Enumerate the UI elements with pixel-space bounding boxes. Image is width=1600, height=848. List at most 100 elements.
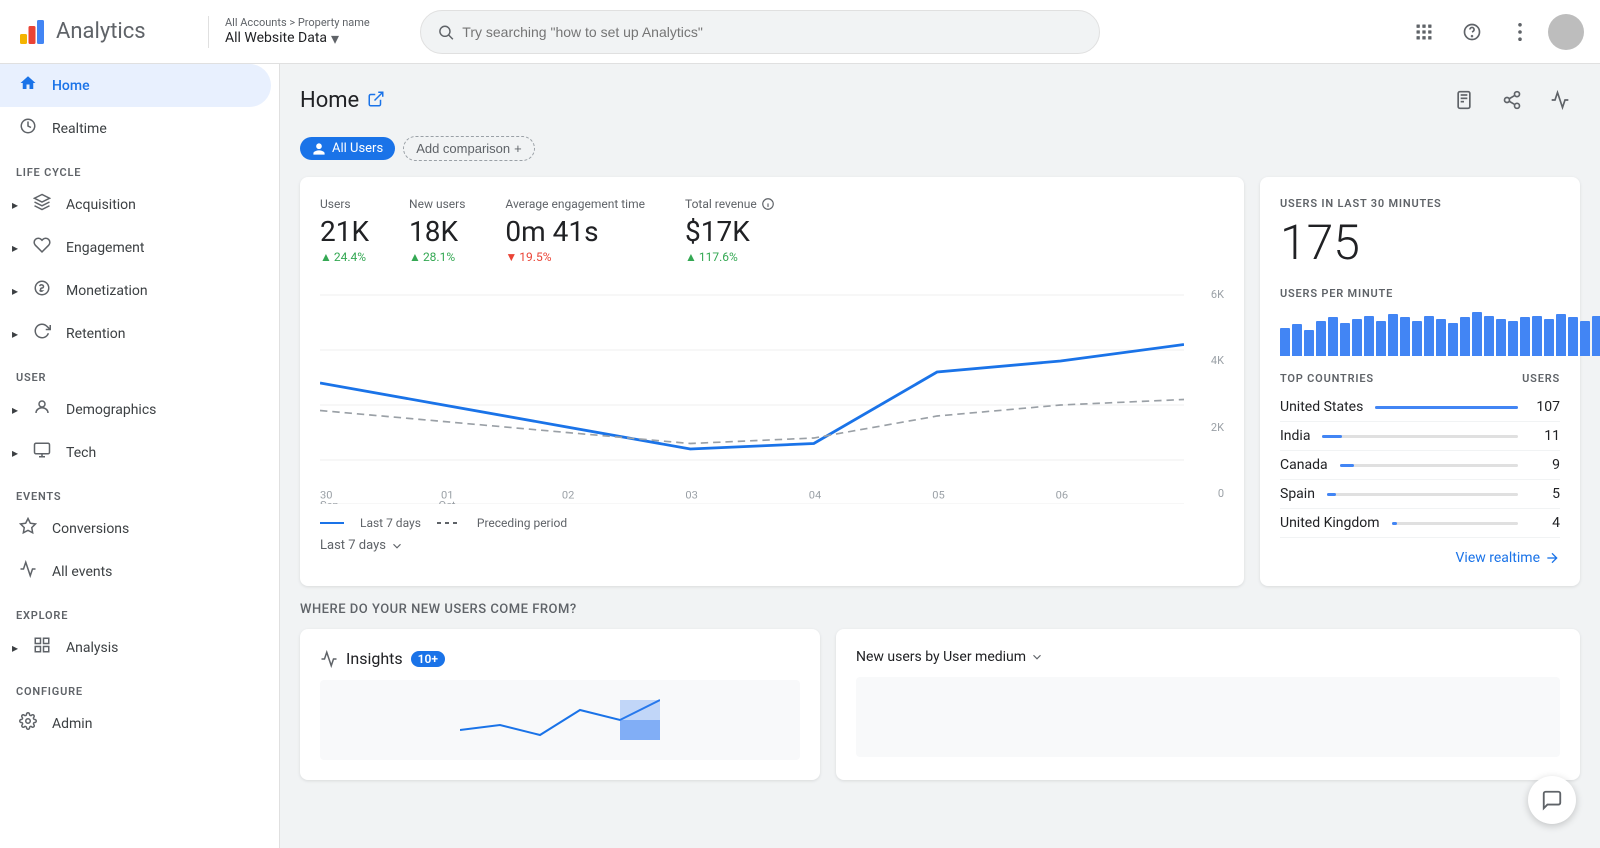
sidebar-item-engagement[interactable]: ▸ Engagement <box>0 226 271 269</box>
insights-count-badge: 10+ <box>411 651 445 667</box>
insights-chart <box>460 690 660 750</box>
bar-mini-5 <box>1340 323 1350 356</box>
users-header: New users by User medium <box>856 649 1560 665</box>
view-realtime-link[interactable]: View realtime <box>1280 550 1560 566</box>
user-badge-icon <box>312 142 326 156</box>
page-title-row: Home <box>300 88 385 113</box>
engagement-label: Engagement <box>66 240 144 256</box>
country-name: India <box>1280 428 1310 444</box>
insights-title: Insights <box>346 649 403 668</box>
expand-icon-3: ▸ <box>12 284 18 298</box>
new-users-change: ▲ 28.1% <box>409 250 465 264</box>
acquisition-label: Acquisition <box>66 197 136 213</box>
account-selector[interactable]: All Website Data ▾ <box>225 29 408 48</box>
dropdown-arrow-icon <box>1030 650 1044 664</box>
help-icon <box>1462 22 1482 42</box>
bar-mini-7 <box>1364 316 1374 356</box>
insights-button[interactable] <box>1540 80 1580 120</box>
users-medium-dropdown[interactable]: New users by User medium <box>856 649 1044 665</box>
sidebar-item-tech[interactable]: ▸ Tech <box>0 431 271 474</box>
demographics-label: Demographics <box>66 402 156 418</box>
bar-mini-23 <box>1556 314 1566 356</box>
logo: Analytics <box>16 16 196 48</box>
sidebar-item-all-events[interactable]: All events <box>0 550 271 593</box>
bar-mini-19 <box>1508 321 1518 356</box>
bar-mini-12 <box>1424 316 1434 356</box>
section-explore: EXPLORE <box>0 593 279 626</box>
external-link-icon <box>367 90 385 108</box>
svg-text:Oct: Oct <box>438 499 456 504</box>
share-button[interactable] <box>1492 80 1532 120</box>
sidebar-item-admin[interactable]: Admin <box>0 702 271 745</box>
sidebar-item-monetization[interactable]: ▸ Monetization <box>0 269 271 312</box>
home-link-icon-btn[interactable] <box>367 90 385 111</box>
country-bar-bg <box>1392 522 1518 525</box>
country-bar-fill <box>1327 493 1337 496</box>
bar-mini-18 <box>1496 319 1506 356</box>
bar-mini-21 <box>1532 316 1542 356</box>
admin-icon <box>16 712 40 735</box>
cards-row: Users 21K ▲ 24.4% New users 18K ▲ 28.1% … <box>300 177 1580 586</box>
sidebar-item-acquisition[interactable]: ▸ Acquisition <box>0 183 271 226</box>
sidebar-item-retention[interactable]: ▸ Retention <box>0 312 271 355</box>
sidebar-realtime-label: Realtime <box>52 121 107 137</box>
country-name: United States <box>1280 399 1363 415</box>
country-row-1: India 11 <box>1280 422 1560 451</box>
save-report-button[interactable] <box>1444 80 1484 120</box>
bar-mini-9 <box>1388 314 1398 356</box>
sidebar-item-demographics[interactable]: ▸ Demographics <box>0 388 271 431</box>
users-change: ▲ 24.4% <box>320 250 369 264</box>
add-comparison-button[interactable]: Add comparison + <box>403 136 535 161</box>
account-path: All Accounts > Property name All Website… <box>208 16 408 48</box>
country-bar-bg <box>1375 406 1518 409</box>
country-row-4: United Kingdom 4 <box>1280 509 1560 538</box>
section-events: EVENTS <box>0 474 279 507</box>
avatar[interactable] <box>1548 14 1584 50</box>
app-name: Analytics <box>56 19 146 44</box>
search-input[interactable] <box>462 24 1083 40</box>
retention-label: Retention <box>66 326 126 342</box>
bar-mini-3 <box>1316 321 1326 356</box>
admin-label: Admin <box>52 716 92 732</box>
realtime-label: USERS IN LAST 30 MINUTES <box>1280 197 1560 210</box>
info-icon <box>761 197 775 211</box>
more-button[interactable] <box>1500 12 1540 52</box>
bar-mini-10 <box>1400 317 1410 356</box>
conversions-icon <box>16 517 40 540</box>
country-bar-fill <box>1340 464 1354 467</box>
country-row-2: Canada 9 <box>1280 451 1560 480</box>
metric-users: Users 21K ▲ 24.4% <box>320 197 369 264</box>
chat-fab[interactable] <box>1528 776 1576 824</box>
search-bar[interactable] <box>420 10 1100 54</box>
filter-bar: All Users Add comparison + <box>300 136 1580 161</box>
country-bar-fill <box>1322 435 1342 438</box>
users-per-minute-chart <box>1280 308 1560 356</box>
monetization-label: Monetization <box>66 283 148 299</box>
bar-mini-11 <box>1412 321 1422 356</box>
y-axis-labels: 6K 4K 2K 0 <box>1192 284 1224 504</box>
revenue-change: ▲ 117.6% <box>685 250 775 264</box>
engagement-icon <box>30 236 54 259</box>
country-count: 107 <box>1530 399 1560 415</box>
help-button[interactable] <box>1452 12 1492 52</box>
page-title: Home <box>300 88 359 113</box>
top-countries-section: TOP COUNTRIES USERS United States 107 In… <box>1280 372 1560 566</box>
metric-engagement: Average engagement time 0m 41s ▼ 19.5% <box>505 197 645 264</box>
bar-mini-14 <box>1448 323 1458 356</box>
apps-button[interactable] <box>1404 12 1444 52</box>
country-bar-fill <box>1375 406 1518 409</box>
sidebar: Home Realtime LIFE CYCLE ▸ Acquisition ▸… <box>0 64 280 848</box>
period-selector[interactable]: Last 7 days <box>320 538 1224 553</box>
insights-card: Insights 10+ <box>300 629 820 780</box>
realtime-icon <box>16 117 40 140</box>
analytics-logo-icon <box>16 16 48 48</box>
sidebar-item-conversions[interactable]: Conversions <box>0 507 271 550</box>
bottom-section: WHERE DO YOUR NEW USERS COME FROM? Insig… <box>300 602 1580 780</box>
sidebar-item-analysis[interactable]: ▸ Analysis <box>0 626 271 669</box>
sidebar-item-realtime[interactable]: Realtime <box>0 107 271 150</box>
svg-text:Sep: Sep <box>320 499 339 504</box>
metrics-row: Users 21K ▲ 24.4% New users 18K ▲ 28.1% … <box>320 197 1224 264</box>
sidebar-item-home[interactable]: Home <box>0 64 271 107</box>
more-icon <box>1518 23 1522 41</box>
account-dropdown-icon: ▾ <box>331 29 339 48</box>
